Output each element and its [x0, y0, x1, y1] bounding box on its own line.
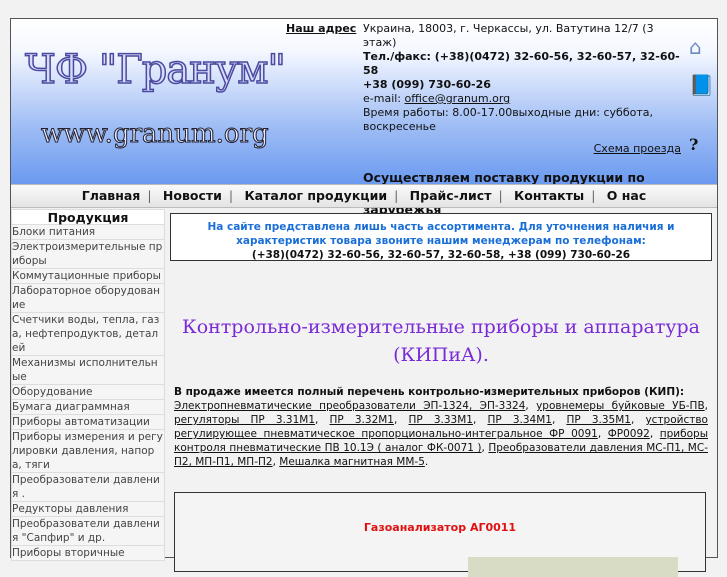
notice-phones: (+38)(0472) 32-60-56, 32-60-57, 32-60-58… — [251, 249, 631, 261]
product-link[interactable]: регуляторы ПР 3.31М1 — [174, 414, 315, 426]
notice-text: На сайте представлена лишь часть ассорти… — [207, 221, 675, 247]
nav-home[interactable]: Главная — [82, 188, 141, 203]
page: ЧФ "Гранум" www.granum.org Наш адрес Укр… — [10, 18, 718, 577]
sidebar-item[interactable]: Приборы автоматизации — [11, 415, 165, 430]
sidebar-item[interactable]: Электроизмерительные приборы — [11, 240, 165, 269]
phone: Тел./факс: (+38)(0472) 32-60-56, 32-60-5… — [363, 50, 680, 77]
main-content: На сайте представлена лишь часть ассорти… — [166, 209, 716, 577]
logo[interactable]: ЧФ "Гранум" www.granum.org — [11, 19, 286, 184]
intro-text: В продаже имеется полный перечень контро… — [174, 386, 685, 398]
product-link[interactable]: ФР0092 — [608, 428, 650, 440]
product-link[interactable]: ПР 3.34М1 — [487, 414, 552, 426]
mobile: +38 (099) 730-60-26 — [363, 78, 491, 91]
product-link[interactable]: ПР 3.35М1 — [566, 414, 631, 426]
product-list: В продаже имеется полный перечень контро… — [174, 386, 708, 468]
product-link[interactable]: Электропневматические преобразователи ЭП… — [174, 400, 525, 412]
sidebar-item[interactable]: Механизмы исполнительные — [11, 356, 165, 385]
nav-about[interactable]: О нас — [607, 188, 646, 203]
email-link[interactable]: office@granum.org — [405, 92, 511, 105]
nav-price[interactable]: Прайс-лист — [410, 188, 492, 203]
product-link[interactable]: ПР 3.32М1 — [330, 414, 395, 426]
home-icon[interactable]: ⌂ — [689, 35, 702, 59]
sidebar-item[interactable]: Бумага диаграммная — [11, 400, 165, 415]
sidebar-item[interactable]: Приборы измерения и регулировки давления… — [11, 430, 165, 473]
header: ЧФ "Гранум" www.granum.org Наш адрес Укр… — [11, 19, 717, 217]
logo-url: www.granum.org — [41, 119, 270, 150]
email-label: e-mail: — [363, 92, 405, 105]
sidebar-item[interactable]: Блоки питания — [11, 225, 165, 240]
sidebar-item[interactable]: Преобразователи давления "Сапфир" и др. — [11, 517, 165, 546]
book-icon[interactable]: 📘 — [689, 73, 714, 97]
nav-news[interactable]: Новости — [163, 188, 222, 203]
logo-title: ЧФ "Гранум" — [24, 46, 286, 94]
address-label: Наш адрес — [286, 22, 357, 35]
sidebar-item[interactable]: Преобразователи давления . — [11, 473, 165, 502]
product-link[interactable]: Мешалка магнитная ММ-5 — [279, 456, 425, 468]
main-nav: Главная | Новости | Каталог продукции | Пра… — [11, 184, 717, 208]
help-icon[interactable]: ? — [689, 135, 698, 154]
route-link[interactable]: Схема проезда — [363, 142, 681, 156]
nav-contacts[interactable]: Контакты — [514, 188, 584, 203]
page-title: Контрольно-измерительные приборы и аппар… — [181, 316, 701, 366]
sidebar: Продукция Блоки питания Электроизмерител… — [11, 209, 165, 561]
sidebar-item[interactable]: Счетчики воды, тепла, газа, нефтепродукт… — [11, 313, 165, 356]
product-link[interactable]: уровнемеры буйковые УБ-ПВ — [536, 400, 705, 412]
sidebar-item[interactable]: Лабораторное оборудование — [11, 284, 165, 313]
sidebar-title: Продукция — [11, 209, 165, 225]
sidebar-item[interactable]: Коммутационные приборы — [11, 269, 165, 284]
sidebar-item[interactable]: Оборудование — [11, 385, 165, 400]
address: Украина, 18003, г. Черкассы, ул. Ватутин… — [363, 22, 654, 49]
sidebar-item[interactable]: Приборы вторичные — [11, 546, 165, 561]
nav-catalog[interactable]: Каталог продукции — [244, 188, 387, 203]
product-box: Газоанализатор АГ0011 — [174, 492, 706, 577]
sidebar-item[interactable]: Редукторы давления — [11, 502, 165, 517]
notice-box: На сайте представлена лишь часть ассорти… — [170, 213, 712, 261]
product-image[interactable] — [468, 557, 678, 577]
product-link[interactable]: ПР 3.33М1 — [408, 414, 473, 426]
hours: Время работы: 8.00-17.00выходные дни: су… — [363, 106, 653, 133]
product-title[interactable]: Газоанализатор АГ0011 — [175, 521, 705, 534]
